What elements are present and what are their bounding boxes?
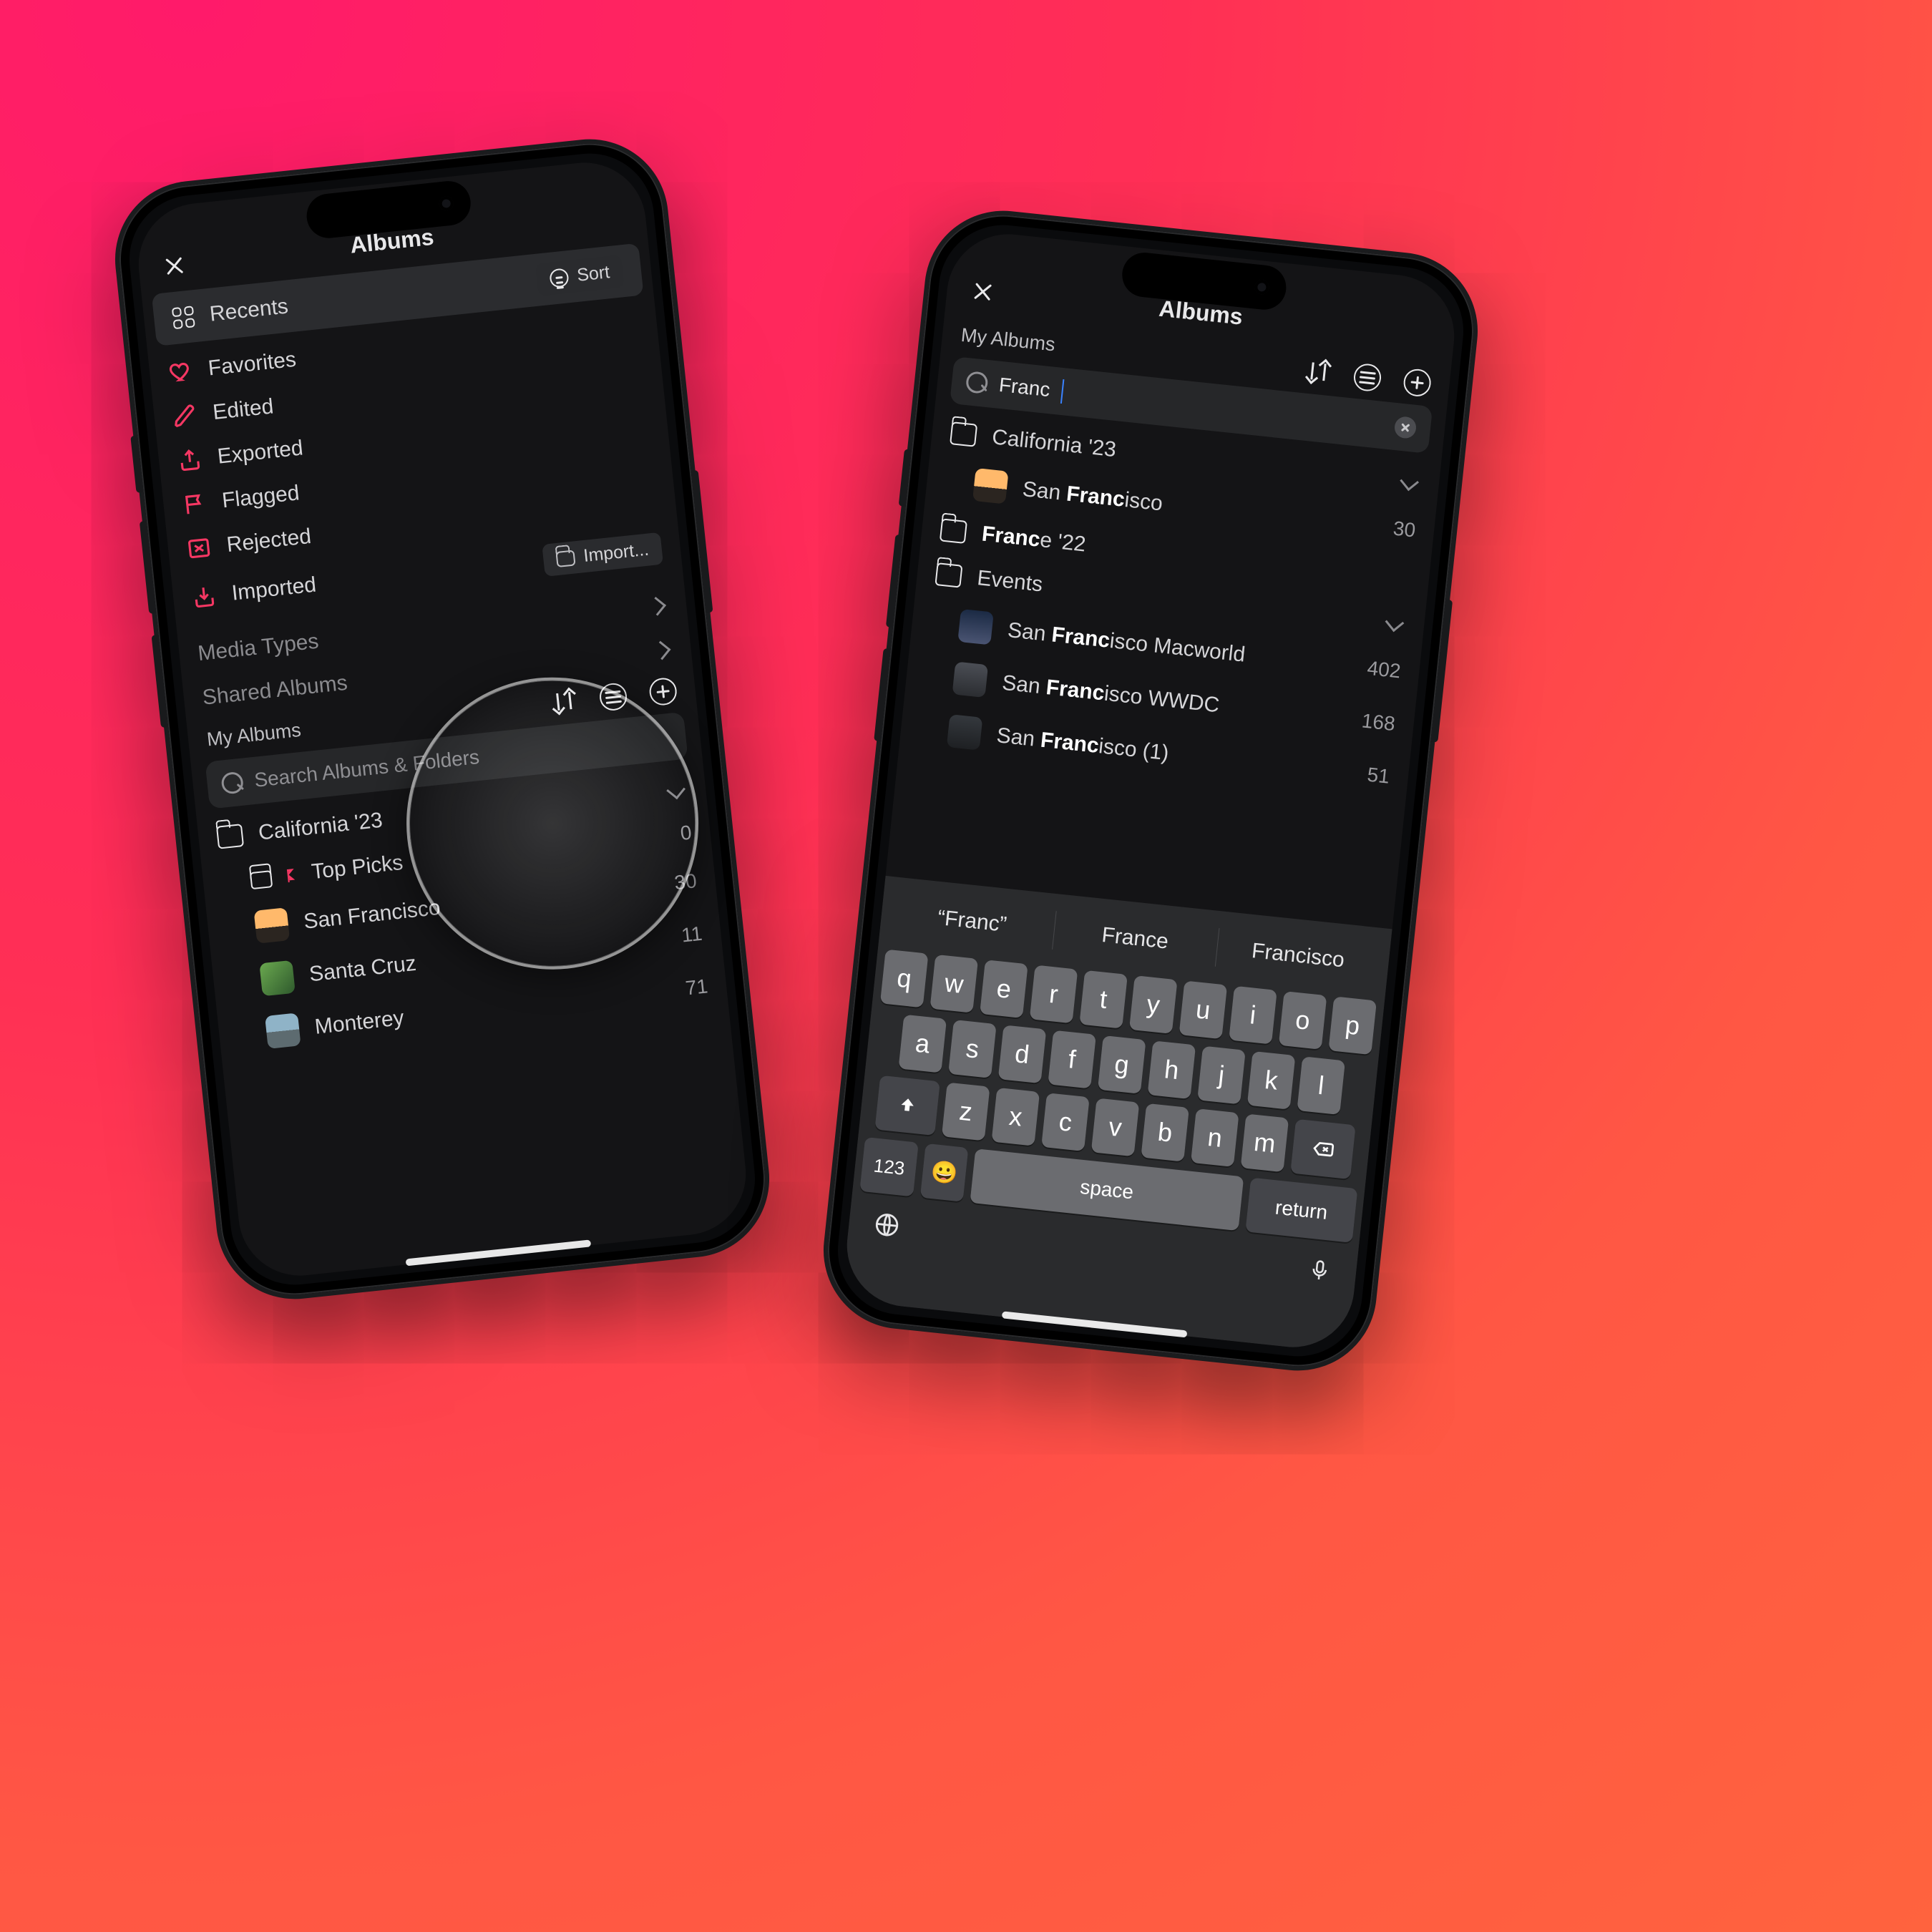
album-thumbnail xyxy=(947,714,983,751)
album-name: San Francisco xyxy=(1021,477,1163,516)
search-value: Franc xyxy=(997,374,1051,401)
return-key[interactable]: return xyxy=(1245,1178,1358,1243)
key[interactable]: s xyxy=(948,1020,997,1078)
key[interactable]: g xyxy=(1098,1035,1146,1094)
key[interactable]: z xyxy=(942,1083,990,1141)
globe-icon[interactable] xyxy=(872,1210,902,1240)
key[interactable]: r xyxy=(1030,965,1078,1023)
keyboard: “Franc” France Francisco q w e r t y u i… xyxy=(841,876,1392,1353)
key[interactable]: b xyxy=(1141,1103,1189,1162)
heart-icon xyxy=(167,358,194,385)
key[interactable]: e xyxy=(980,960,1028,1018)
suggestion[interactable]: “Franc” xyxy=(889,894,1054,949)
phone-right-mockup: Albums My Albums Franc California '23 xyxy=(816,203,1485,1379)
flag-icon xyxy=(181,491,208,517)
folder-icon xyxy=(556,550,576,567)
key[interactable]: m xyxy=(1241,1113,1289,1172)
key[interactable]: t xyxy=(1079,970,1128,1029)
phone-left-mockup: Albums Recents Sort Favorites xyxy=(107,132,777,1307)
grid-icon xyxy=(172,306,195,329)
album-thumbnail xyxy=(254,907,291,944)
export-icon xyxy=(177,447,203,473)
key[interactable]: k xyxy=(1247,1051,1296,1110)
folder-icon xyxy=(940,518,967,544)
chevron-right-icon xyxy=(647,596,666,615)
search-icon xyxy=(965,371,989,394)
suggestion[interactable]: France xyxy=(1052,911,1217,966)
sort-icon xyxy=(549,268,570,288)
chevron-down-icon xyxy=(1400,472,1419,491)
folder-name: France '22 xyxy=(980,522,1087,557)
folder-name: California '23 xyxy=(258,809,384,846)
close-icon[interactable] xyxy=(159,250,190,282)
key[interactable]: i xyxy=(1229,986,1277,1045)
mic-icon[interactable] xyxy=(1307,1257,1333,1284)
key[interactable]: v xyxy=(1091,1098,1140,1156)
text-cursor xyxy=(1060,379,1064,404)
flag-icon xyxy=(288,869,295,880)
recents-label: Recents xyxy=(208,294,289,326)
album-thumbnail xyxy=(259,960,296,997)
filter-icon[interactable] xyxy=(1352,363,1382,393)
clear-icon[interactable] xyxy=(1394,416,1418,439)
sort-swap-icon[interactable] xyxy=(552,688,578,715)
key[interactable]: h xyxy=(1148,1040,1196,1099)
folder-icon xyxy=(950,421,977,447)
smart-album-icon xyxy=(250,867,273,888)
chevron-right-icon xyxy=(652,640,671,660)
album-thumbnail xyxy=(972,468,1009,504)
album-thumbnail xyxy=(952,662,989,698)
key[interactable]: j xyxy=(1197,1046,1246,1105)
emoji-key[interactable]: 😀 xyxy=(920,1143,969,1202)
pencil-icon xyxy=(172,403,198,429)
sort-swap-icon[interactable] xyxy=(1306,359,1332,386)
suggestion[interactable]: Francisco xyxy=(1215,928,1380,983)
reject-icon xyxy=(185,535,212,562)
chevron-down-icon xyxy=(666,780,686,799)
folder-icon xyxy=(216,824,244,849)
import-button[interactable]: Import... xyxy=(542,532,663,577)
key[interactable]: p xyxy=(1328,996,1377,1055)
key[interactable]: f xyxy=(1048,1030,1096,1089)
search-icon xyxy=(220,771,244,795)
folder-icon xyxy=(935,562,962,588)
sort-button[interactable]: Sort xyxy=(535,255,624,296)
close-icon[interactable] xyxy=(967,276,999,308)
numbers-key[interactable]: 123 xyxy=(859,1137,919,1196)
album-name: San Francisco (1) xyxy=(995,723,1170,766)
key[interactable]: n xyxy=(1191,1108,1239,1167)
key[interactable]: y xyxy=(1129,975,1178,1034)
album-thumbnail xyxy=(265,1013,301,1049)
add-icon[interactable] xyxy=(648,677,678,707)
delete-key[interactable] xyxy=(1290,1119,1355,1179)
key[interactable]: x xyxy=(992,1088,1040,1146)
import-icon xyxy=(191,583,218,610)
key[interactable]: u xyxy=(1179,980,1228,1039)
album-thumbnail xyxy=(957,609,994,645)
key[interactable]: l xyxy=(1297,1056,1345,1115)
chevron-down-icon xyxy=(1385,613,1405,632)
shift-key[interactable] xyxy=(874,1075,940,1136)
key[interactable]: d xyxy=(998,1025,1047,1083)
add-icon[interactable] xyxy=(1402,368,1433,398)
key[interactable]: c xyxy=(1041,1093,1090,1151)
key[interactable]: w xyxy=(930,955,978,1013)
key[interactable]: q xyxy=(880,950,929,1008)
search-placeholder: Search Albums & Folders xyxy=(253,746,481,792)
key[interactable]: a xyxy=(898,1015,947,1073)
key[interactable]: o xyxy=(1279,991,1327,1050)
album-name: San Francisco WWDC xyxy=(1001,671,1221,718)
filter-icon[interactable] xyxy=(598,682,628,712)
